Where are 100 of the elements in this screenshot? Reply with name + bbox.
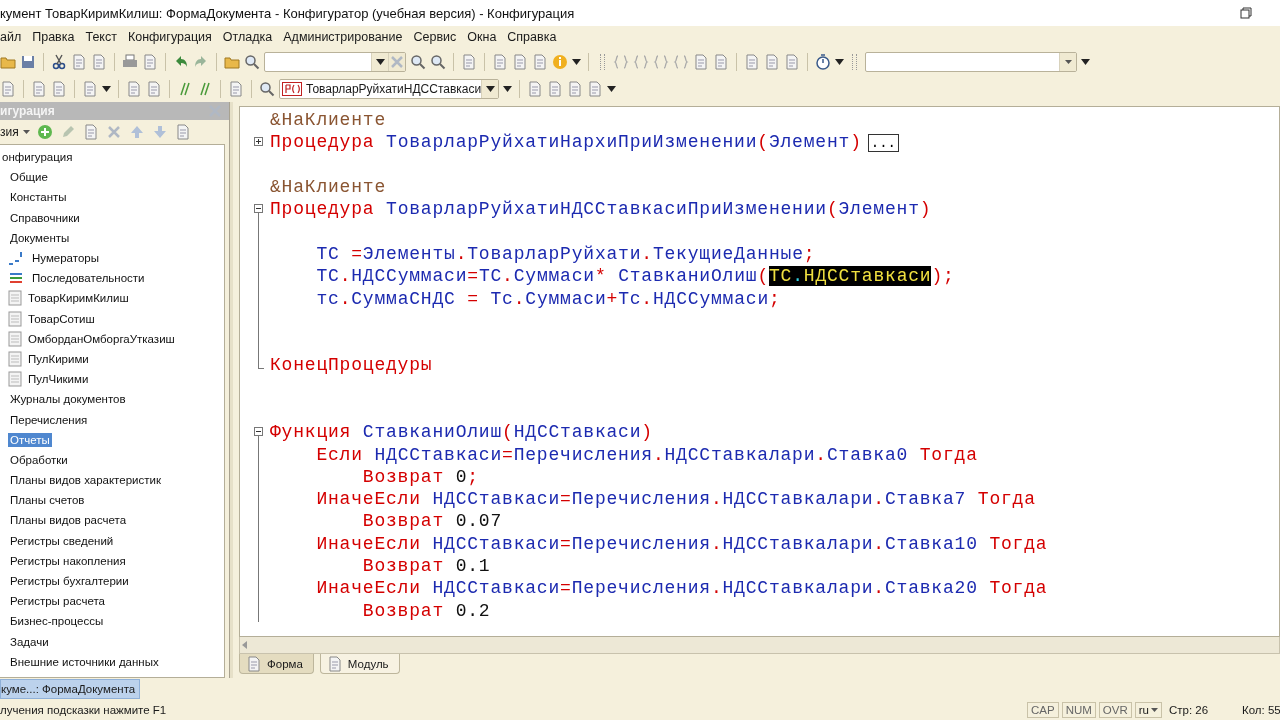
stopwatch-icon[interactable] <box>815 53 831 70</box>
search-icon[interactable] <box>410 53 426 70</box>
dropdown-icon[interactable] <box>607 85 616 92</box>
page-icon[interactable] <box>146 80 162 97</box>
page-icon[interactable] <box>784 53 800 70</box>
scissors-icon[interactable] <box>51 53 67 70</box>
tree-item[interactable]: Регистры расчета <box>8 594 107 609</box>
cross-icon[interactable] <box>207 103 223 119</box>
page-icon[interactable] <box>567 80 583 97</box>
tree-item[interactable]: Справочники <box>8 210 82 225</box>
actions-menu[interactable]: зия <box>0 125 30 139</box>
braces-icon[interactable] <box>653 53 669 70</box>
menu-item[interactable]: айл <box>0 30 28 44</box>
menu-item[interactable]: Отладка <box>217 30 279 44</box>
tree-item[interactable]: ТоварСотиш <box>26 311 97 326</box>
page-icon[interactable] <box>82 124 99 140</box>
braces-icon[interactable] <box>633 53 649 70</box>
printer-icon[interactable] <box>122 53 138 70</box>
code-line: Возврат 0; <box>361 466 479 487</box>
collapse-icon[interactable] <box>254 204 263 214</box>
code-editor[interactable] <box>239 106 1280 637</box>
code-line: &НаКлиенте <box>270 110 387 131</box>
tree-item[interactable]: Перечисления <box>8 412 90 427</box>
tree-item[interactable]: Внешние источники данных <box>8 654 161 669</box>
tree-item[interactable]: Планы видов расчета <box>8 513 129 528</box>
menu-item[interactable]: Окна <box>462 30 503 44</box>
code-line: ТС =Элементы.ТоварларРуйхати.ТекущиеДанные; <box>315 243 816 264</box>
menu-item[interactable]: Текст <box>80 30 123 44</box>
tree-item[interactable]: Нумераторы <box>30 251 101 266</box>
search-icon[interactable] <box>430 53 446 70</box>
braces-icon[interactable] <box>673 53 689 70</box>
caret-icon[interactable] <box>1151 708 1158 712</box>
procedure-combo[interactable]: ТоварларРуйхатиНДССтавкаси <box>279 78 499 99</box>
save-icon[interactable] <box>20 53 36 70</box>
collapse-icon[interactable] <box>254 427 263 437</box>
tree-item[interactable]: онфигурация <box>0 150 75 165</box>
menu-item[interactable]: Сервис <box>408 30 463 44</box>
tree-item[interactable]: Константы <box>8 190 69 205</box>
tree-item[interactable]: ТоварКиримКилиш <box>26 291 131 306</box>
dropdown-icon[interactable] <box>102 85 111 92</box>
cross-icon[interactable] <box>105 124 122 140</box>
search-icon[interactable] <box>244 53 260 70</box>
dropdown-icon[interactable] <box>835 58 844 65</box>
comment-icon[interactable] <box>177 80 193 97</box>
page-icon[interactable] <box>326 655 343 672</box>
tree-item[interactable]: Отчеты <box>8 432 52 447</box>
search-icon[interactable] <box>259 80 275 97</box>
page-icon[interactable] <box>532 53 548 70</box>
braces-icon[interactable] <box>613 53 629 70</box>
language-selector[interactable]: ru <box>1134 702 1162 718</box>
dropdown-icon[interactable] <box>1081 58 1090 65</box>
page-icon[interactable] <box>174 124 191 140</box>
code-line: ИначеЕсли НДССтавкаси=Перечисления.НДССтавкалари.Ставка20 Тогда <box>315 578 1048 599</box>
tree-item[interactable]: ОмборданОмборгаУтказиш <box>26 331 177 346</box>
arrow-up-icon[interactable] <box>128 124 145 140</box>
tree-item[interactable]: Последовательности <box>30 271 147 286</box>
key-indicator: NUM <box>1061 702 1096 718</box>
plus-circle-icon[interactable] <box>36 124 53 140</box>
arrow-down-icon[interactable] <box>151 124 168 140</box>
tree-item[interactable]: Планы видов характеристик <box>8 473 163 488</box>
page-icon[interactable] <box>713 53 729 70</box>
dropdown-icon[interactable] <box>375 58 385 65</box>
document-icon <box>8 330 22 347</box>
page-icon[interactable] <box>126 80 142 97</box>
page-icon[interactable] <box>744 53 760 70</box>
tree-item[interactable]: ПулКирими <box>26 351 91 366</box>
tree-item[interactable]: ПулЧикими <box>26 372 91 387</box>
tree-item[interactable]: Планы счетов <box>8 493 87 508</box>
tree-item[interactable]: Общие <box>8 170 50 185</box>
tree-item[interactable]: Обработки <box>8 452 70 467</box>
dropdown-icon[interactable] <box>572 58 581 65</box>
code-line: КонецПроцедуры <box>270 355 433 376</box>
expand-icon[interactable] <box>254 137 263 147</box>
editor-tab[interactable]: Модуль <box>319 654 400 674</box>
caret-icon[interactable] <box>1064 59 1072 64</box>
menu-item[interactable]: Правка <box>27 30 81 44</box>
page-icon[interactable] <box>228 80 244 97</box>
tree-item[interactable]: Журналы документов <box>8 392 128 407</box>
text-field[interactable] <box>865 51 1077 72</box>
search-field[interactable] <box>264 51 406 72</box>
comment-icon[interactable] <box>197 80 213 97</box>
tree-item[interactable]: Задачи <box>8 634 51 649</box>
tree-item[interactable]: Бизнес-процессы <box>8 614 106 629</box>
code-line: тс.СуммаСНДС = Тс.Суммаси+Тс.НДССуммаси; <box>315 288 781 309</box>
tree-item[interactable]: Регистры накопления <box>8 553 128 568</box>
caret-icon[interactable] <box>22 130 30 134</box>
tree-item[interactable]: Регистры бухгалтерии <box>8 574 131 589</box>
menu-item[interactable]: Администрирование <box>278 30 409 44</box>
restore-icon[interactable] <box>1240 7 1252 19</box>
tree-item[interactable]: Документы <box>8 230 72 245</box>
editor-tab[interactable]: Форма <box>239 654 314 674</box>
code-line: ИначеЕсли НДССтавкаси=Перечисления.НДССтавкалари.Ставка7 Тогда <box>315 489 1036 510</box>
tree-item[interactable]: Регистры сведений <box>8 533 116 548</box>
menu-item[interactable]: Конфигурация <box>122 30 218 44</box>
page-icon[interactable] <box>527 80 543 97</box>
horizontal-scrollbar[interactable] <box>239 637 1280 654</box>
document-icon <box>8 290 22 307</box>
window-tab[interactable]: куме...: ФормаДокумента <box>0 679 141 699</box>
menu-item[interactable]: Справка <box>502 30 563 44</box>
scroll-left-icon[interactable] <box>240 640 250 650</box>
